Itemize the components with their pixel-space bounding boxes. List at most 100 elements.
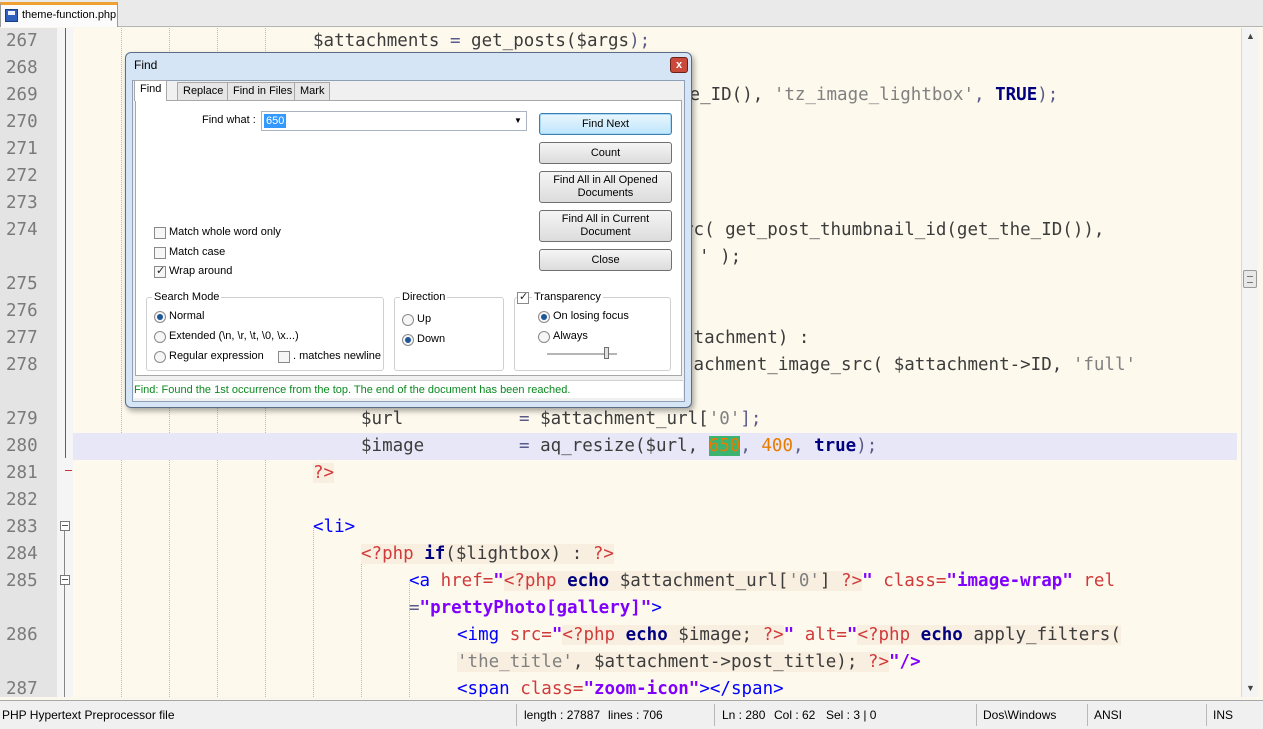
transparency-always-label: Always xyxy=(553,330,588,342)
status-lines: lines : 706 xyxy=(608,708,663,722)
line-number: 282 xyxy=(6,490,38,510)
fold-toggle-icon[interactable] xyxy=(60,521,70,531)
tab-bar: theme-function.php xyxy=(0,0,1263,27)
dialog-title: Find xyxy=(134,58,158,72)
find-next-button[interactable]: Find Next xyxy=(539,113,672,135)
transparency-on-losing-focus-label: On losing focus xyxy=(553,310,629,322)
line-number: 286 xyxy=(6,625,38,645)
direction-up-label: Up xyxy=(417,313,432,325)
tab-label: theme-function.php xyxy=(22,9,117,21)
line-number: 269 xyxy=(6,85,38,105)
code-line-287: <span class="zoom-icon"></span> xyxy=(457,679,784,697)
search-mode-extended-label: Extended (\n, \r, \t, \0, \x...) xyxy=(169,330,299,342)
line-number: 273 xyxy=(6,193,38,213)
search-mode-normal-radio[interactable] xyxy=(154,311,166,323)
find-all-current-button[interactable]: Find All in Current Document xyxy=(539,210,672,242)
direction-down-radio[interactable] xyxy=(402,334,414,346)
find-what-label: Find what : xyxy=(202,114,256,126)
status-separator xyxy=(714,704,715,726)
line-number: 278 xyxy=(6,355,38,375)
change-marker-end xyxy=(65,470,72,471)
transparency-label: Transparency xyxy=(532,291,603,303)
code-line-285: <a href="<?php echo $attachment_url['0']… xyxy=(409,571,1116,591)
change-marker-line xyxy=(65,28,66,458)
code-line-286: <img src="<?php echo $image; ?>" alt="<?… xyxy=(457,625,1121,645)
tab-find-in-files[interactable]: Find in Files xyxy=(227,82,299,101)
transparency-on-losing-focus-radio[interactable] xyxy=(538,311,550,323)
status-separator xyxy=(1206,704,1207,726)
status-separator xyxy=(516,704,517,726)
dialog-close-icon[interactable]: x xyxy=(670,57,688,73)
code-line-284: <?php if($lightbox) : ?> xyxy=(361,544,614,564)
find-what-input[interactable]: 650 ▼ xyxy=(261,111,527,131)
tab-theme-function-php[interactable]: theme-function.php xyxy=(0,2,118,27)
status-sel: Sel : 3 | 0 xyxy=(826,708,877,722)
status-encoding: ANSI xyxy=(1094,708,1123,722)
code-line-283: <li> xyxy=(313,517,356,537)
vertical-scrollbar[interactable]: ▲ ▼ xyxy=(1241,28,1258,697)
direction-title: Direction xyxy=(400,291,448,303)
tab-replace[interactable]: Replace xyxy=(177,82,230,101)
fold-toggle-icon[interactable] xyxy=(60,575,70,585)
code-line-280-current: $image = aq_resize($url, 650, 400, true)… xyxy=(73,433,1237,460)
line-number: 277 xyxy=(6,328,38,348)
find-all-opened-button[interactable]: Find All in All Opened Documents xyxy=(539,171,672,203)
match-case-label: Match case xyxy=(169,246,226,258)
search-mode-extended-radio[interactable] xyxy=(154,331,166,343)
status-col: Col : 62 xyxy=(774,708,816,722)
status-insert-mode: INS xyxy=(1213,708,1234,722)
scroll-down-arrow-icon[interactable]: ▼ xyxy=(1242,680,1259,697)
scroll-up-arrow-icon[interactable]: ▲ xyxy=(1242,28,1259,45)
line-number: 279 xyxy=(6,409,38,429)
line-number: 268 xyxy=(6,58,38,78)
code-line-267: $attachments = get_posts($args); xyxy=(313,31,651,51)
line-number: 284 xyxy=(6,544,38,564)
tab-mark[interactable]: Mark xyxy=(294,82,331,101)
dialog-body: Find Replace Find in Files Mark Find wha… xyxy=(132,80,685,402)
code-line-279: $url = $attachment_url['0']; xyxy=(361,409,762,429)
transparency-checkbox[interactable] xyxy=(517,290,529,304)
code-line-285-wrap: ="prettyPhoto[gallery]"> xyxy=(409,598,662,618)
matches-newline-checkbox[interactable] xyxy=(278,351,290,363)
notepad-plus-plus-window: theme-function.php 267 268 269 270 271 2… xyxy=(0,0,1263,729)
fold-line xyxy=(64,531,65,575)
match-whole-word-label: Match whole word only xyxy=(169,226,281,238)
transparency-slider-thumb[interactable] xyxy=(604,347,609,359)
line-number: 281 xyxy=(6,463,38,483)
scroll-thumb[interactable] xyxy=(1243,270,1257,288)
line-number: 270 xyxy=(6,112,38,132)
direction-up-radio[interactable] xyxy=(402,314,414,326)
code-line-281: ?> xyxy=(313,463,335,483)
wrap-around-label: Wrap around xyxy=(169,265,233,277)
line-number: 271 xyxy=(6,139,38,159)
find-dialog: Find x Find Replace Find in Files Mark F… xyxy=(125,52,692,408)
search-match: 650 xyxy=(708,436,741,456)
line-number: 280 xyxy=(6,436,38,456)
line-number: 274 xyxy=(6,220,38,240)
line-number: 275 xyxy=(6,274,38,294)
match-case-checkbox[interactable] xyxy=(154,247,166,259)
fold-line xyxy=(64,585,65,697)
close-button[interactable]: Close xyxy=(539,249,672,271)
find-what-value: 650 xyxy=(264,114,287,128)
search-mode-title: Search Mode xyxy=(152,291,222,303)
line-number: 267 xyxy=(6,31,38,51)
search-mode-regex-label: Regular expression xyxy=(169,350,264,362)
line-number: 287 xyxy=(6,679,38,697)
status-eol: Dos\Windows xyxy=(983,708,1057,722)
matches-newline-label: . matches newline xyxy=(293,350,382,362)
saved-file-icon xyxy=(5,9,18,22)
search-mode-regex-radio[interactable] xyxy=(154,351,166,363)
search-mode-normal-label: Normal xyxy=(169,310,205,322)
wrap-around-checkbox[interactable] xyxy=(154,264,166,278)
status-length: length : 27887 xyxy=(524,708,601,722)
tab-find[interactable]: Find xyxy=(134,80,168,101)
find-status-message: Find: Found the 1st occurrence from the … xyxy=(134,380,683,398)
transparency-always-radio[interactable] xyxy=(538,331,550,343)
dropdown-arrow-icon[interactable]: ▼ xyxy=(512,114,524,128)
status-file-type: PHP Hypertext Preprocessor file xyxy=(2,708,175,722)
count-button[interactable]: Count xyxy=(539,142,672,164)
direction-down-label: Down xyxy=(417,333,446,345)
match-whole-word-checkbox[interactable] xyxy=(154,227,166,239)
line-number: 283 xyxy=(6,517,38,537)
